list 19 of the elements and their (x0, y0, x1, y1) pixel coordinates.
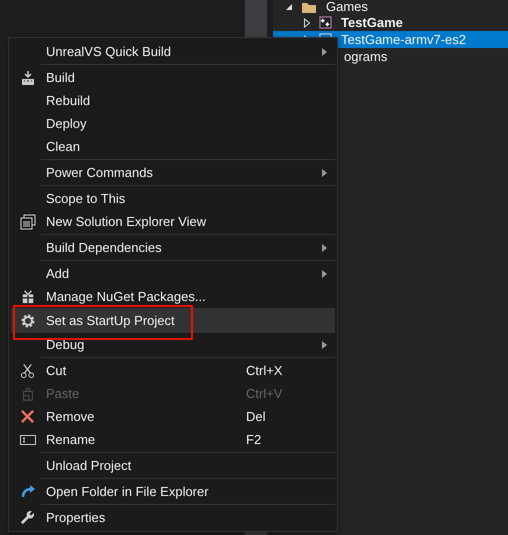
menu-item[interactable]: Clean (11, 135, 335, 158)
menu-item[interactable]: Rebuild (11, 89, 335, 112)
menu-item[interactable]: Scope to This (11, 187, 335, 210)
menu-item[interactable]: New Solution Explorer View (11, 210, 335, 233)
menu-item[interactable]: Properties (11, 506, 335, 529)
menu-item[interactable]: Unload Project (11, 454, 335, 477)
menu-item[interactable]: Build Dependencies (11, 236, 335, 259)
tree-item[interactable]: Games (273, 0, 508, 14)
menu-item[interactable]: Deploy (11, 112, 335, 135)
menu-item[interactable]: Add (11, 262, 335, 285)
menu-item[interactable]: Remove Del (11, 405, 335, 428)
menu-item[interactable]: Power Commands (11, 161, 335, 184)
menu-item[interactable]: Rename F2 (11, 428, 335, 451)
menu-item[interactable]: Build (11, 66, 335, 89)
menu-item[interactable]: Open Folder in File Explorer (11, 480, 335, 503)
menu-item[interactable]: Manage NuGet Packages... (11, 285, 335, 308)
tree-item[interactable]: TestGame (273, 14, 508, 31)
menu-item[interactable]: Set as StartUp Project (11, 308, 335, 333)
menu-item[interactable]: Cut Ctrl+X (11, 359, 335, 382)
